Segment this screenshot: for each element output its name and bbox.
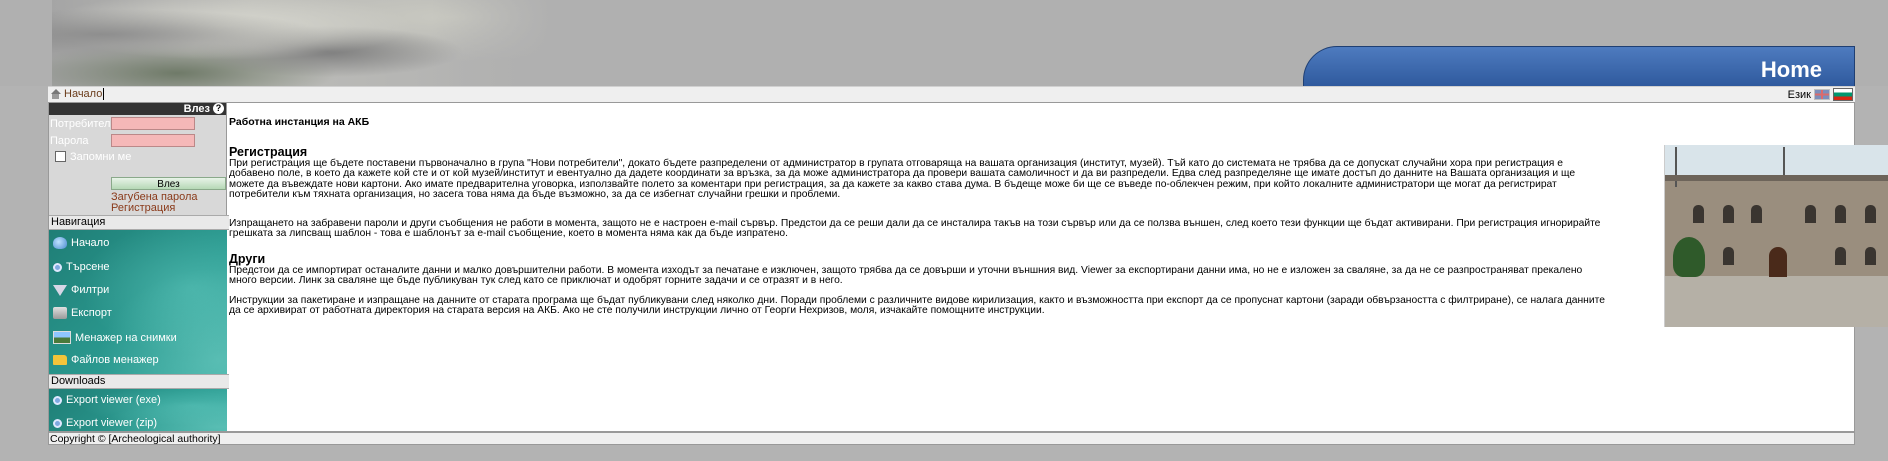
registration-heading: Регистрация (229, 145, 308, 159)
home-icon (50, 88, 61, 100)
download-export-viewer-exe[interactable]: Export viewer (exe) (53, 394, 161, 406)
breadcrumb: Начало Език (48, 86, 1855, 103)
search-icon (53, 262, 62, 272)
remember-me-row: Запомни ме (49, 149, 226, 164)
login-header: Влез ? (49, 103, 226, 115)
login-form: Влез ? Потребител Парола Запомни ме Влез… (49, 103, 227, 215)
other-paragraph: Предстои да се импортират останалите дан… (229, 265, 1583, 287)
home-title[interactable]: Home (1761, 57, 1822, 83)
downloads-header: Downloads (49, 374, 229, 389)
nav-item-label[interactable]: Начало (71, 237, 109, 249)
nav-item-filters[interactable]: Филтри (53, 284, 109, 296)
copyright-text: Copyright © [Archeological authority] (50, 433, 221, 445)
navigation-header: Навигация (49, 215, 229, 230)
nav-item-label[interactable]: Менажер на снимки (75, 332, 177, 344)
search-icon (53, 395, 62, 405)
nav-item-label[interactable]: Експорт (71, 307, 112, 319)
username-label: Потребител (50, 118, 111, 130)
navigation-menu: Начало Търсене Филтри Експорт Менажер на… (49, 230, 227, 374)
password-input[interactable] (111, 134, 195, 147)
register-link[interactable]: Регистрация (111, 202, 175, 214)
username-row: Потребител (49, 115, 226, 132)
bulgarian-flag-icon[interactable] (1833, 88, 1853, 101)
photo-manager-icon (53, 331, 71, 344)
download-label[interactable]: Export viewer (exe) (66, 394, 161, 406)
language-label: Език (1787, 88, 1811, 101)
building-photo (1664, 145, 1888, 327)
download-export-viewer-zip[interactable]: Export viewer (zip) (53, 417, 157, 429)
nav-item-file-manager[interactable]: Файлов менажер (53, 354, 159, 366)
footer: Copyright © [Archeological authority] (48, 432, 1855, 445)
export-icon (53, 307, 67, 319)
page-title: Работна инстанция на АКБ (229, 116, 370, 128)
remember-me-label[interactable]: Запомни ме (70, 151, 131, 163)
instructions-paragraph: Инструкции за пакетиране и изпращане на … (229, 295, 1605, 317)
home-icon (53, 237, 67, 249)
login-header-label: Влез (183, 103, 210, 115)
downloads-menu: Export viewer (exe) Export viewer (zip) (49, 389, 227, 431)
download-label[interactable]: Export viewer (zip) (66, 417, 157, 429)
language-selector: Език (1788, 88, 1853, 101)
main-content: Работна инстанция на АКБ Регистрация При… (229, 103, 1888, 431)
username-input[interactable] (111, 117, 195, 130)
nav-item-label[interactable]: Филтри (71, 284, 109, 296)
nav-item-home[interactable]: Начало (53, 237, 109, 249)
nav-item-label[interactable]: Файлов менажер (71, 354, 159, 366)
filter-icon (53, 284, 67, 296)
password-label: Парола (50, 135, 89, 147)
nav-item-label[interactable]: Търсене (66, 261, 110, 273)
breadcrumb-home-label[interactable]: Начало (64, 88, 105, 100)
search-icon (53, 418, 62, 428)
help-icon[interactable]: ? (213, 103, 224, 114)
folder-icon (53, 355, 67, 365)
other-heading: Други (229, 252, 266, 266)
breadcrumb-home-link[interactable]: Начало (50, 88, 105, 100)
password-row: Парола (49, 132, 226, 149)
registration-note-paragraph: Изпращането на забравени пароли и други … (229, 218, 1601, 240)
registration-paragraph: При регистрация ще бъдете поставени първ… (229, 158, 1576, 201)
nav-item-export[interactable]: Експорт (53, 307, 112, 319)
header-banner: Home (0, 0, 1888, 86)
nav-item-search[interactable]: Търсене (53, 261, 110, 273)
nav-item-photo-manager[interactable]: Менажер на снимки (53, 331, 177, 344)
banner-image (52, 0, 552, 86)
home-tab[interactable]: Home (1303, 46, 1855, 86)
content-area: Влез ? Потребител Парола Запомни ме Влез… (48, 102, 1888, 432)
remember-me-checkbox[interactable] (55, 151, 66, 162)
sidebar: Влез ? Потребител Парола Запомни ме Влез… (49, 103, 229, 431)
uk-flag-icon[interactable] (1814, 89, 1830, 100)
login-button[interactable]: Влез (111, 177, 226, 190)
